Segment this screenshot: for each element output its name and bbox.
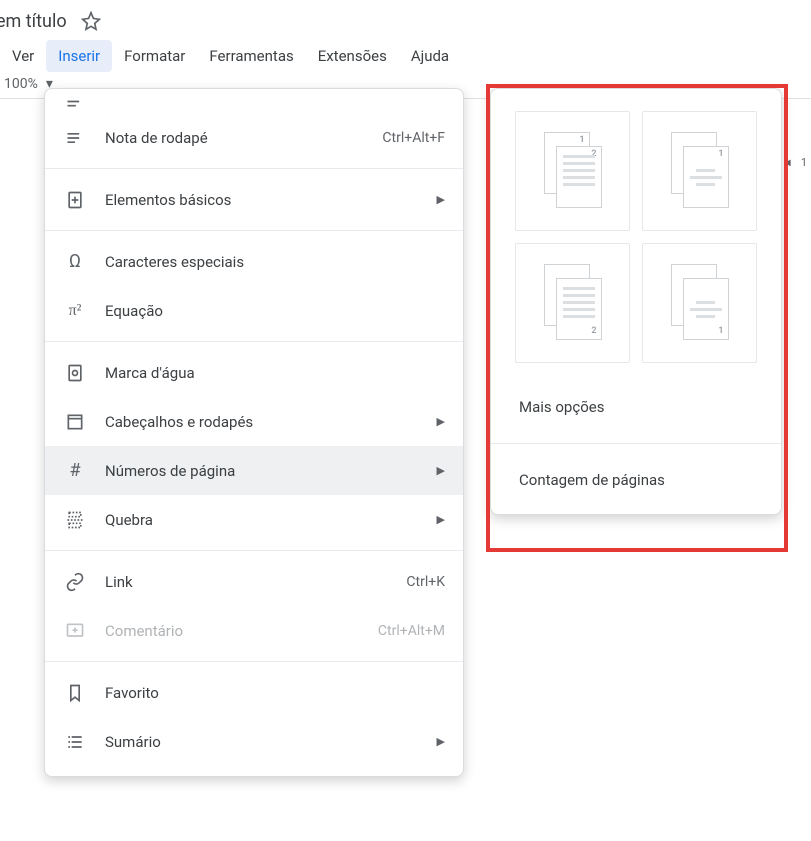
ruler-fragment: ◄1 [791, 150, 811, 174]
menu-bar: Ver Inserir Formatar Ferramentas Extensõ… [0, 40, 811, 72]
menu-item-bookmark[interactable]: Favorito [45, 668, 463, 717]
watermark-icon [63, 363, 87, 383]
menu-item-link[interactable]: Link Ctrl+K [45, 557, 463, 606]
page-numbers-submenu: 1 2 1 1 2 [490, 88, 782, 515]
special-chars-label: Caracteres especiais [105, 253, 445, 271]
dropdown-icon [63, 99, 87, 109]
page-number-style-top-right[interactable]: 1 2 [515, 111, 630, 231]
toc-icon [63, 732, 87, 752]
menu-item-watermark[interactable]: Marca d'água [45, 348, 463, 397]
link-label: Link [105, 573, 388, 591]
menu-tools[interactable]: Ferramentas [197, 40, 305, 72]
menu-item-special-chars[interactable]: Ω Caracteres especiais [45, 237, 463, 286]
menu-extensions[interactable]: Extensões [306, 40, 399, 72]
menu-item-equation[interactable]: π² Equação [45, 286, 463, 335]
bookmark-icon [63, 683, 87, 703]
zoom-indicator[interactable]: 100% [4, 76, 38, 92]
insert-dropdown: Nota de rodapé Ctrl+Alt+F Elementos bási… [44, 88, 464, 777]
chevron-right-icon: ▶ [437, 415, 445, 428]
equation-label: Equação [105, 302, 445, 320]
page-number-style-bottom-right-skip-first[interactable]: 1 [642, 243, 757, 363]
omega-icon: Ω [63, 251, 87, 272]
menu-divider [45, 341, 463, 342]
chevron-right-icon: ▶ [437, 464, 445, 477]
building-blocks-icon [63, 190, 87, 210]
comment-shortcut: Ctrl+Alt+M [378, 623, 445, 639]
bookmark-label: Favorito [105, 684, 445, 702]
menu-item-building-blocks[interactable]: Elementos básicos ▶ [45, 175, 463, 224]
chevron-right-icon: ▶ [437, 193, 445, 206]
footnote-shortcut: Ctrl+Alt+F [382, 130, 445, 146]
menu-item-toc[interactable]: Sumário ▶ [45, 717, 463, 766]
headers-footers-label: Cabeçalhos e rodapés [105, 413, 411, 431]
footnote-icon [63, 128, 87, 148]
toc-label: Sumário [105, 733, 411, 751]
break-label: Quebra [105, 511, 411, 529]
page-break-icon [63, 510, 87, 530]
link-icon [63, 572, 87, 592]
watermark-label: Marca d'água [105, 364, 445, 382]
menu-divider [45, 168, 463, 169]
menu-item-comment: Comentário Ctrl+Alt+M [45, 606, 463, 655]
headers-footers-icon [63, 412, 87, 432]
page-number-style-top-right-skip-first[interactable]: 1 [642, 111, 757, 231]
doc-title-fragment: em título [0, 11, 67, 32]
hash-icon: # [63, 460, 87, 481]
menu-item-dropdown-cutoff[interactable] [45, 95, 463, 113]
menu-insert[interactable]: Inserir [46, 40, 112, 72]
footnote-label: Nota de rodapé [105, 129, 364, 147]
menu-divider [45, 550, 463, 551]
comment-label: Comentário [105, 622, 360, 640]
menu-item-page-numbers[interactable]: # Números de página ▶ [45, 446, 463, 495]
menu-view[interactable]: Ver [0, 40, 46, 72]
chevron-right-icon: ▶ [437, 513, 445, 526]
menu-divider [45, 230, 463, 231]
menu-divider [45, 661, 463, 662]
page-numbers-label: Números de página [105, 462, 411, 480]
menu-item-headers-footers[interactable]: Cabeçalhos e rodapés ▶ [45, 397, 463, 446]
link-shortcut: Ctrl+K [406, 574, 445, 590]
menu-item-break[interactable]: Quebra ▶ [45, 495, 463, 544]
menu-format[interactable]: Formatar [112, 40, 197, 72]
submenu-more-options[interactable]: Mais opções [491, 375, 781, 439]
comment-icon [63, 621, 87, 641]
submenu-divider [491, 443, 781, 444]
submenu-page-count[interactable]: Contagem de páginas [491, 448, 781, 512]
building-blocks-label: Elementos básicos [105, 191, 411, 209]
page-number-style-bottom-right[interactable]: 1 2 [515, 243, 630, 363]
star-icon[interactable] [79, 9, 103, 33]
menu-item-footnote[interactable]: Nota de rodapé Ctrl+Alt+F [45, 113, 463, 162]
menu-help[interactable]: Ajuda [399, 40, 461, 72]
equation-icon: π² [63, 302, 87, 320]
chevron-right-icon: ▶ [437, 735, 445, 748]
